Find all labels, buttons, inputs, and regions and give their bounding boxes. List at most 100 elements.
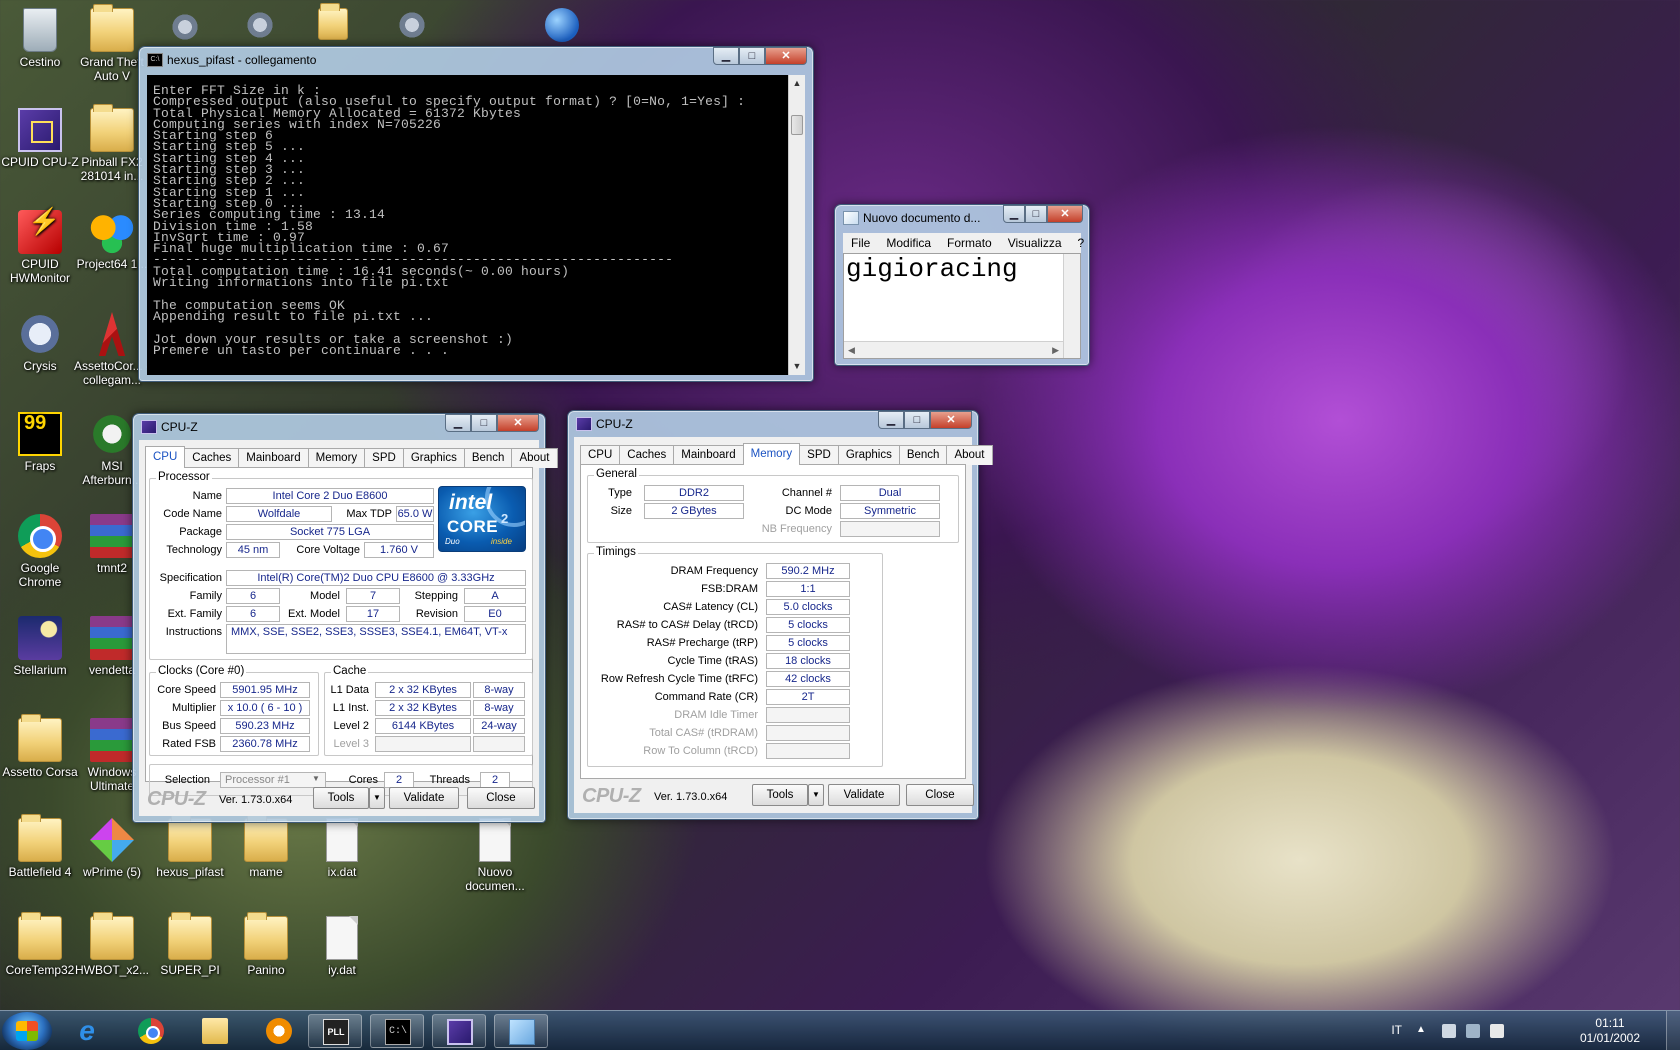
console-scrollbar[interactable]: ▲ ▼ bbox=[788, 75, 805, 375]
maximize-button[interactable]: □ bbox=[904, 411, 930, 429]
tray-up-arrow-icon[interactable]: ▲ bbox=[1416, 1024, 1430, 1038]
tab-caches[interactable]: Caches bbox=[184, 448, 240, 468]
tab-cpu[interactable]: CPU bbox=[145, 446, 186, 468]
maximize-button[interactable]: □ bbox=[739, 47, 765, 65]
close-app-button[interactable]: Close bbox=[906, 784, 974, 806]
menu-modifica[interactable]: Modifica bbox=[878, 236, 939, 250]
scroll-down-icon[interactable]: ▼ bbox=[789, 358, 805, 375]
scroll-thumb[interactable] bbox=[791, 115, 803, 135]
desktop-icon-partial-2[interactable] bbox=[243, 10, 279, 44]
desktop-icon-partial-4[interactable] bbox=[395, 10, 431, 44]
desktop-icon[interactable]: Google Chrome bbox=[0, 514, 80, 589]
notepad-hscrollbar[interactable]: ◀ ▶ bbox=[844, 341, 1063, 358]
tab-spd[interactable]: SPD bbox=[799, 445, 839, 465]
taskbar-cmd[interactable]: C:\ bbox=[370, 1014, 424, 1048]
start-button[interactable] bbox=[2, 1012, 52, 1050]
desktop-icon[interactable]: Stellarium bbox=[0, 616, 80, 677]
tab-memory[interactable]: Memory bbox=[742, 443, 801, 465]
desktop-icon[interactable]: ix.dat bbox=[302, 818, 382, 879]
tools-button[interactable]: Tools bbox=[313, 787, 369, 809]
desktop-icon[interactable]: SUPER_PI bbox=[150, 912, 230, 977]
notepad-titlebar[interactable]: Nuovo documento d... ▁ □ ✕ bbox=[835, 205, 1089, 231]
tab-caches[interactable]: Caches bbox=[619, 445, 675, 465]
desktop-icon[interactable]: Crysis bbox=[0, 312, 80, 373]
tab-about[interactable]: About bbox=[946, 445, 993, 465]
notepad-window[interactable]: Nuovo documento d... ▁ □ ✕ File Modifica… bbox=[834, 204, 1090, 366]
tab-spd[interactable]: SPD bbox=[364, 448, 404, 468]
menu-help[interactable]: ? bbox=[1070, 236, 1093, 250]
taskbar-explorer[interactable] bbox=[188, 1014, 242, 1048]
maximize-button[interactable]: □ bbox=[1025, 205, 1047, 223]
menu-formato[interactable]: Formato bbox=[939, 236, 1000, 250]
cpuz-memory-window[interactable]: CPU-Z ▁ □ ✕ CPU Caches Mainboard Memory … bbox=[567, 410, 993, 820]
desktop-icon[interactable]: CPUID HWMonitor bbox=[0, 210, 80, 285]
language-indicator[interactable]: IT bbox=[1391, 1023, 1402, 1037]
close-app-button[interactable]: Close bbox=[467, 787, 535, 809]
validate-button[interactable]: Validate bbox=[828, 784, 900, 806]
taskbar-notepad[interactable] bbox=[494, 1014, 548, 1048]
console-screen[interactable]: Enter FFT Size in k : Compressed output … bbox=[147, 75, 805, 375]
taskbar-cpuz[interactable] bbox=[432, 1014, 486, 1048]
cpuz-cpu-titlebar[interactable]: CPU-Z ▁ □ ✕ bbox=[133, 414, 545, 440]
menu-visualizza[interactable]: Visualizza bbox=[1000, 236, 1070, 250]
desktop-icon[interactable]: wPrime (5) bbox=[72, 818, 152, 879]
maximize-button[interactable]: □ bbox=[471, 414, 497, 432]
flag-icon[interactable] bbox=[1490, 1024, 1504, 1038]
desktop-icon[interactable]: Assetto Corsa bbox=[0, 714, 80, 779]
taskbar-pll[interactable]: PLL bbox=[308, 1014, 362, 1048]
tab-bench[interactable]: Bench bbox=[898, 445, 948, 465]
notepad-vscrollbar[interactable] bbox=[1063, 254, 1080, 358]
taskbar-media[interactable] bbox=[252, 1014, 306, 1048]
menu-file[interactable]: File bbox=[843, 236, 878, 250]
desktop-icon[interactable]: iy.dat bbox=[302, 916, 382, 977]
desktop-icon[interactable]: CPUID CPU-Z bbox=[0, 108, 80, 169]
close-button[interactable]: ✕ bbox=[765, 47, 807, 65]
console-titlebar[interactable]: C:\ hexus_pifast - collegamento ▁ □ ✕ bbox=[139, 47, 813, 73]
notepad-text[interactable]: gigioracing bbox=[844, 254, 1080, 284]
cpuz-cpu-window[interactable]: CPU-Z ▁ □ ✕ CPU Caches Mainboard Memory … bbox=[132, 413, 558, 823]
desktop-icon[interactable]: Battlefield 4 bbox=[0, 814, 80, 879]
minimize-button[interactable]: ▁ bbox=[713, 47, 739, 65]
scroll-left-icon[interactable]: ◀ bbox=[848, 345, 855, 356]
tools-button[interactable]: Tools bbox=[752, 784, 808, 806]
notepad-editor[interactable]: gigioracing ◀ ▶ bbox=[843, 253, 1081, 359]
scroll-right-icon[interactable]: ▶ bbox=[1052, 345, 1059, 356]
tab-memory[interactable]: Memory bbox=[307, 448, 366, 468]
scroll-up-icon[interactable]: ▲ bbox=[789, 75, 805, 92]
clock[interactable]: 01:11 01/01/2002 bbox=[1580, 1016, 1640, 1046]
show-desktop-button[interactable] bbox=[1666, 1011, 1680, 1050]
tab-about[interactable]: About bbox=[511, 448, 558, 468]
desktop-icon-partial-1[interactable] bbox=[168, 12, 204, 46]
tab-cpu[interactable]: CPU bbox=[580, 445, 621, 465]
desktop-icon-partial-5[interactable] bbox=[545, 8, 581, 42]
desktop-icon[interactable]: Fraps bbox=[0, 412, 80, 473]
minimize-button[interactable]: ▁ bbox=[1003, 205, 1025, 223]
desktop-icon[interactable]: hexus_pifast bbox=[150, 814, 230, 879]
cpuz-mem-titlebar[interactable]: CPU-Z ▁ □ ✕ bbox=[568, 411, 978, 437]
minimize-button[interactable]: ▁ bbox=[445, 414, 471, 432]
tools-dropdown-icon[interactable]: ▼ bbox=[369, 787, 385, 809]
tools-dropdown-icon[interactable]: ▼ bbox=[808, 784, 824, 806]
network-icon[interactable] bbox=[1466, 1024, 1480, 1038]
desktop-icon[interactable]: Panino bbox=[226, 912, 306, 977]
validate-button[interactable]: Validate bbox=[389, 787, 459, 809]
close-button[interactable]: ✕ bbox=[497, 414, 539, 432]
console-window[interactable]: C:\ hexus_pifast - collegamento ▁ □ ✕ En… bbox=[138, 46, 814, 382]
tab-graphics[interactable]: Graphics bbox=[402, 448, 465, 468]
volume-muted-icon[interactable] bbox=[1442, 1024, 1456, 1038]
desktop-icon[interactable]: Cestino bbox=[0, 8, 80, 69]
taskbar-chrome[interactable] bbox=[124, 1014, 178, 1048]
desktop-icon[interactable]: Nuovo documen... bbox=[455, 818, 535, 893]
tab-mainboard[interactable]: Mainboard bbox=[238, 448, 309, 468]
desktop-icon[interactable]: HWBOT_x2... bbox=[72, 912, 152, 977]
chevron-down-icon[interactable]: ▼ bbox=[312, 774, 320, 783]
close-button[interactable]: ✕ bbox=[1047, 205, 1083, 223]
tab-graphics[interactable]: Graphics bbox=[837, 445, 900, 465]
tab-mainboard[interactable]: Mainboard bbox=[673, 445, 744, 465]
taskbar-ie[interactable]: e bbox=[60, 1014, 114, 1048]
tab-bench[interactable]: Bench bbox=[463, 448, 513, 468]
close-button[interactable]: ✕ bbox=[930, 411, 972, 429]
desktop-icon[interactable]: mame bbox=[226, 814, 306, 879]
minimize-button[interactable]: ▁ bbox=[878, 411, 904, 429]
desktop-icon-partial-3[interactable] bbox=[318, 8, 354, 42]
